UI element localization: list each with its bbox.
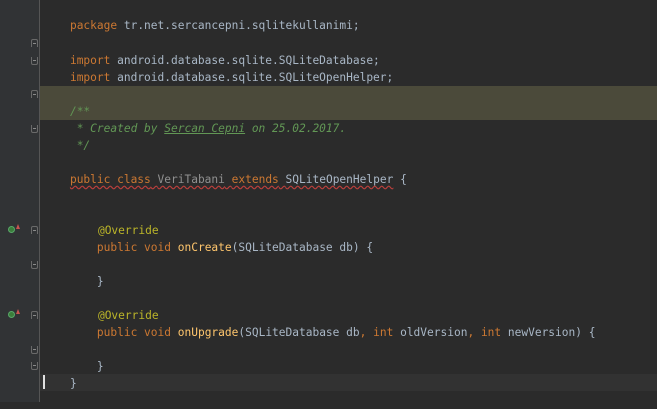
keyword-public-void: public void: [96, 241, 171, 254]
method-args: (SQLiteDatabase db: [238, 326, 360, 339]
comment-date: 25.02.2017.: [272, 122, 347, 135]
fold-icon[interactable]: [31, 39, 38, 47]
override-method-icon[interactable]: [8, 224, 20, 236]
fold-icon[interactable]: [31, 362, 38, 370]
package-name: tr.net.sercancepni.sqlitekullanimi;: [117, 19, 360, 32]
keyword-import: import: [69, 71, 111, 84]
code-line-close-class: }: [43, 358, 77, 390]
annotation-override: @Override: [71, 205, 159, 237]
gutter-divider: [39, 0, 40, 402]
keyword-extends: extends: [231, 173, 279, 186]
brace: }: [69, 377, 77, 390]
keyword-public-void: public void: [96, 326, 171, 339]
fold-icon[interactable]: [31, 226, 38, 234]
fold-icon[interactable]: [31, 346, 38, 354]
override-method-icon[interactable]: [8, 309, 20, 321]
keyword-public-class: public class: [69, 173, 151, 186]
comment-line-open: /**: [43, 86, 90, 118]
fold-icon[interactable]: [31, 311, 38, 319]
code-line-close-oncreate: }: [43, 256, 104, 288]
annotation-override: @Override: [71, 290, 159, 322]
fold-icon[interactable]: [31, 125, 38, 133]
keyword-int: int: [373, 326, 394, 339]
text-caret: [43, 375, 45, 389]
code-line-import-2: import android.database.sqlite.SQLiteOpe…: [43, 52, 393, 84]
keyword-package: package: [69, 19, 118, 32]
method-oncreate: onCreate: [177, 241, 232, 254]
method-args: newVersion) {: [501, 326, 596, 339]
brace: }: [69, 275, 104, 288]
comment-text: on: [245, 122, 273, 135]
comment-text: */: [69, 139, 91, 152]
code-line-oncreate: public void onCreate(SQLiteDatabase db) …: [43, 222, 373, 254]
method-args: oldVersion: [393, 326, 468, 339]
method-args: (SQLiteDatabase db) {: [231, 241, 374, 254]
comment-author: Sercan Cepni: [164, 122, 246, 135]
keyword-int: int: [480, 326, 502, 339]
brace: {: [393, 173, 407, 186]
fold-icon[interactable]: [31, 261, 38, 269]
fold-icon[interactable]: [31, 90, 38, 98]
parent-class: SQLiteOpenHelper: [285, 173, 394, 186]
current-line-highlight: [40, 374, 657, 391]
class-name: VeriTabani: [157, 173, 225, 186]
code-line-package: package tr.net.sercancepni.sqlitekullani…: [43, 0, 360, 32]
comment-line-close: */: [43, 120, 90, 152]
code-line-close-onupgrade: }: [43, 341, 104, 373]
import-path: android.database.sqlite.SQLiteOpenHelper…: [110, 71, 394, 84]
fold-icon[interactable]: [31, 57, 38, 65]
code-line-onupgrade: public void onUpgrade(SQLiteDatabase db,…: [43, 307, 596, 339]
method-onupgrade: onUpgrade: [177, 326, 239, 339]
code-line-class-declaration: public class VeriTabani extends SQLiteOp…: [43, 154, 407, 186]
code-line-import-1: import android.database.sqlite.SQLiteDat…: [43, 35, 380, 67]
comment-line-author: * Created by Sercan Cepni on 25.02.2017.: [43, 103, 346, 135]
